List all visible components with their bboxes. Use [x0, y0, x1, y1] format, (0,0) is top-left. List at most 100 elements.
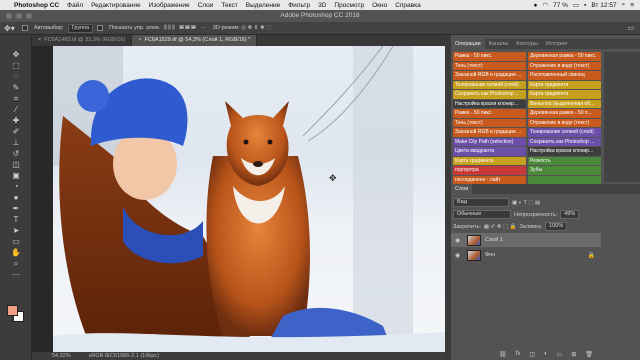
action-button[interactable]: Карта градиента — [528, 90, 601, 99]
more-tools-icon[interactable]: ⋯ — [9, 269, 23, 280]
close-tab-icon[interactable]: × — [38, 37, 41, 43]
healing-brush-icon[interactable]: ✚ — [9, 115, 23, 126]
align-icons[interactable]: ⫼ ⫼ ⫼ ▤ ▤ ▤ ⋯ — [164, 25, 206, 32]
action-button[interactable]: Тонирование сепией (слой) — [528, 128, 601, 137]
action-button[interactable]: Настройка краски клонир... — [453, 99, 526, 108]
document-tab[interactable]: × FC6A1483.tif @ 33,3% (RGB/16) — [32, 35, 133, 46]
action-button[interactable]: Сохранить как Photoshop ... — [453, 90, 526, 99]
history-brush-icon[interactable]: ↺ — [9, 148, 23, 159]
menu-window[interactable]: Окно — [372, 2, 387, 9]
action-button[interactable]: Тонирование сепией (слой) — [453, 80, 526, 89]
blur-tool-icon[interactable]: ◔ — [9, 181, 23, 192]
action-button[interactable]: Виньетка (выделенная об... — [528, 99, 601, 108]
action-button[interactable]: Заказной RGB в градации ... — [453, 128, 526, 137]
action-button[interactable]: Тень (текст) — [453, 61, 526, 70]
collapsed-panels-strip[interactable] — [445, 35, 451, 360]
lock-icons[interactable]: ▦ ✐ ✥ ⬚ 🔒 — [484, 224, 517, 230]
show-transform-checkbox[interactable] — [97, 25, 104, 31]
shape-tool-icon[interactable]: ▭ — [9, 236, 23, 247]
zoom-window-button[interactable] — [26, 13, 32, 19]
action-button[interactable]: Рамка - 50 пикс. — [453, 109, 526, 118]
mask-icon[interactable]: ◫ — [529, 351, 535, 360]
action-button[interactable]: Тень (текст) — [453, 118, 526, 127]
menu-image[interactable]: Изображение — [149, 2, 190, 9]
tab-layers[interactable]: Слои — [451, 184, 473, 194]
autoselect-dropdown[interactable]: Группа — [67, 23, 94, 33]
layer-name[interactable]: Фон — [485, 252, 495, 258]
menu-edit[interactable]: Редактирование — [91, 2, 141, 9]
action-button[interactable]: Резкость — [528, 156, 601, 165]
action-button[interactable]: Сохранить как Photoshop ... — [528, 137, 601, 146]
wifi-icon[interactable]: ◠ — [542, 1, 548, 9]
trash-icon[interactable]: 🗑 — [585, 351, 593, 360]
menu-layers[interactable]: Слои — [198, 2, 214, 9]
minimize-window-button[interactable] — [16, 13, 22, 19]
action-button[interactable] — [528, 175, 601, 184]
action-button[interactable]: Заказной RGB в градации ... — [453, 71, 526, 80]
action-button[interactable]: Карта градиента — [528, 80, 601, 89]
action-button[interactable]: портретра — [453, 166, 526, 175]
document-tab-active[interactable]: × FC6A1529.tif @ 54,3% (Слой 1, RGB/16) * — [132, 35, 258, 46]
lasso-tool-icon[interactable]: ◌ — [9, 71, 23, 82]
layer-row[interactable]: ◉ Фон 🔒 — [451, 248, 601, 262]
move-tool-icon[interactable]: ✥ — [9, 49, 23, 60]
tab-paths[interactable]: Контуры — [512, 39, 542, 49]
type-tool-icon[interactable]: T — [9, 214, 23, 225]
menu-file[interactable]: Файл — [67, 2, 83, 9]
eyedropper-tool-icon[interactable]: ⁄ — [9, 104, 23, 115]
zoom-level[interactable]: 54,32% — [52, 352, 71, 360]
menu-type[interactable]: Текст — [221, 2, 237, 9]
action-button[interactable]: Make City Path (selection) — [453, 137, 526, 146]
menu-help[interactable]: Справка — [395, 2, 421, 9]
layer-row-selected[interactable]: ◉ Слой 1 — [451, 233, 601, 247]
tab-history[interactable]: История — [542, 39, 571, 49]
close-window-button[interactable] — [6, 13, 12, 19]
clone-stamp-icon[interactable]: ⊥ — [9, 137, 23, 148]
menu-select[interactable]: Выделение — [246, 2, 280, 9]
adjustment-icon[interactable]: ◐ — [544, 351, 548, 360]
layer-name[interactable]: Слой 1 — [485, 237, 503, 243]
tab-actions[interactable]: Операции — [451, 39, 485, 49]
action-button[interactable]: Деревянная рамка - 50 п... — [528, 109, 601, 118]
actions-panel-scroll-area[interactable] — [604, 52, 640, 182]
menu-3d[interactable]: 3D — [318, 2, 326, 9]
menu-filter[interactable]: Фильтр — [288, 2, 310, 9]
crop-tool-icon[interactable]: ⌗ — [9, 93, 23, 104]
blend-mode-dropdown[interactable]: Обычные — [453, 210, 511, 219]
path-select-icon[interactable]: ➤ — [9, 225, 23, 236]
action-button[interactable]: Рамка - 50 пикс. — [453, 52, 526, 61]
flag-icon[interactable]: ▪ — [584, 2, 586, 9]
action-button[interactable]: Отражение в воде (текст) — [528, 61, 601, 70]
action-button[interactable]: Деревянная рамка - 50 пикс. — [528, 52, 601, 61]
move-tool-preset-icon[interactable]: ✥▾ — [4, 24, 18, 33]
group-icon[interactable]: ▭ — [557, 351, 563, 360]
opacity-input[interactable]: 49% — [560, 210, 580, 219]
layer-filter-dropdown[interactable]: Вид — [453, 198, 509, 207]
eraser-tool-icon[interactable]: ◫ — [9, 159, 23, 170]
clock[interactable]: Вт 12:57 — [591, 2, 616, 9]
filter-icons[interactable]: ▣ ◐ T ⬚ ▤ — [512, 200, 540, 206]
zoom-tool-icon[interactable]: ⌕ — [9, 258, 23, 269]
visibility-eye-icon[interactable]: ◉ — [455, 252, 463, 259]
fx-icon[interactable]: fx — [516, 351, 521, 360]
action-button[interactable]: Настройка краски клонир... — [528, 147, 601, 156]
action-button[interactable]: Карта градиента — [453, 156, 526, 165]
autoselect-checkbox[interactable] — [22, 25, 28, 31]
action-button[interactable]: Цвета квадранта — [453, 147, 526, 156]
link-layers-icon[interactable]: ⛓ — [499, 351, 507, 360]
quick-select-tool-icon[interactable]: ✎ — [9, 82, 23, 93]
action-button[interactable]: Расплавленный свинец — [528, 71, 601, 80]
marquee-tool-icon[interactable]: ⬚ — [9, 60, 23, 71]
cc-icon[interactable]: ● — [533, 2, 537, 9]
action-button[interactable]: несоединено - лайт — [453, 175, 526, 184]
foreground-color-swatch[interactable] — [7, 305, 18, 316]
search-icon[interactable]: ⌕ — [622, 1, 626, 9]
close-tab-icon[interactable]: × — [138, 37, 141, 43]
tab-channels[interactable]: Каналы — [485, 39, 513, 49]
visibility-eye-icon[interactable]: ◉ — [455, 237, 463, 244]
gradient-tool-icon[interactable]: ▣ — [9, 170, 23, 181]
3d-mode-icons[interactable]: 3D-режим: ◎ ✥ ⇕ ❖ ⬚ — [210, 25, 272, 31]
menu-list-icon[interactable]: ≡ — [630, 2, 634, 9]
new-layer-icon[interactable]: ⊞ — [571, 351, 576, 360]
workspace-icon[interactable]: ▭ — [627, 24, 634, 32]
